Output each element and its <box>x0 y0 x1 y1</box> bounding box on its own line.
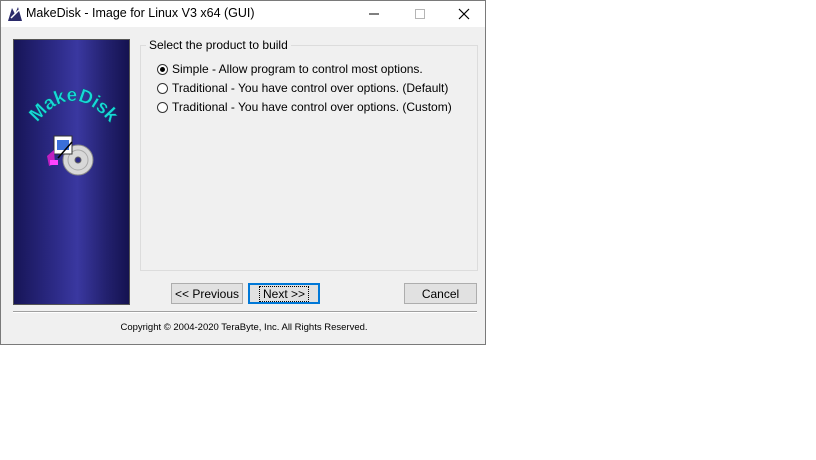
window-title: MakeDisk - Image for Linux V3 x64 (GUI) <box>26 6 255 20</box>
svg-text:MakeDisk: MakeDisk <box>25 85 122 127</box>
option-simple-label: Simple - Allow program to control most o… <box>172 62 423 76</box>
close-button[interactable] <box>441 1 487 27</box>
footer-separator <box>13 311 477 313</box>
makedisk-window: MakeDisk - Image for Linux V3 x64 (GUI) … <box>0 0 486 345</box>
radio-traditional-default[interactable] <box>157 82 168 94</box>
close-icon <box>458 8 470 20</box>
title-bar[interactable]: MakeDisk - Image for Linux V3 x64 (GUI) <box>1 1 485 27</box>
minimize-icon <box>369 13 379 15</box>
maximize-icon <box>415 9 425 19</box>
makedisk-logo: MakeDisk <box>25 85 122 176</box>
side-banner: MakeDisk <box>13 39 130 305</box>
copyright-text: Copyright © 2004-2020 TeraByte, Inc. All… <box>120 322 368 333</box>
app-icon[interactable] <box>6 5 24 23</box>
option-traditional-default-label: Traditional - You have control over opti… <box>172 81 449 95</box>
option-traditional-custom[interactable]: Traditional - You have control over opti… <box>157 99 452 115</box>
product-group <box>140 45 478 271</box>
radio-simple[interactable] <box>157 63 168 75</box>
minimize-button[interactable] <box>351 1 397 27</box>
option-traditional-custom-label: Traditional - You have control over opti… <box>172 100 452 114</box>
logo-text: MakeDisk <box>25 85 122 127</box>
option-simple[interactable]: Simple - Allow program to control most o… <box>157 61 423 77</box>
installer-disc-icon <box>47 135 94 176</box>
option-traditional-default[interactable]: Traditional - You have control over opti… <box>157 80 448 96</box>
maximize-button[interactable] <box>397 1 443 27</box>
cancel-button[interactable]: Cancel <box>404 283 477 304</box>
previous-button[interactable]: << Previous <box>171 283 243 304</box>
group-title: Select the product to build <box>146 38 291 52</box>
next-button-label: Next >> <box>258 285 310 302</box>
radio-traditional-custom[interactable] <box>157 101 168 113</box>
next-button[interactable]: Next >> <box>248 283 320 304</box>
